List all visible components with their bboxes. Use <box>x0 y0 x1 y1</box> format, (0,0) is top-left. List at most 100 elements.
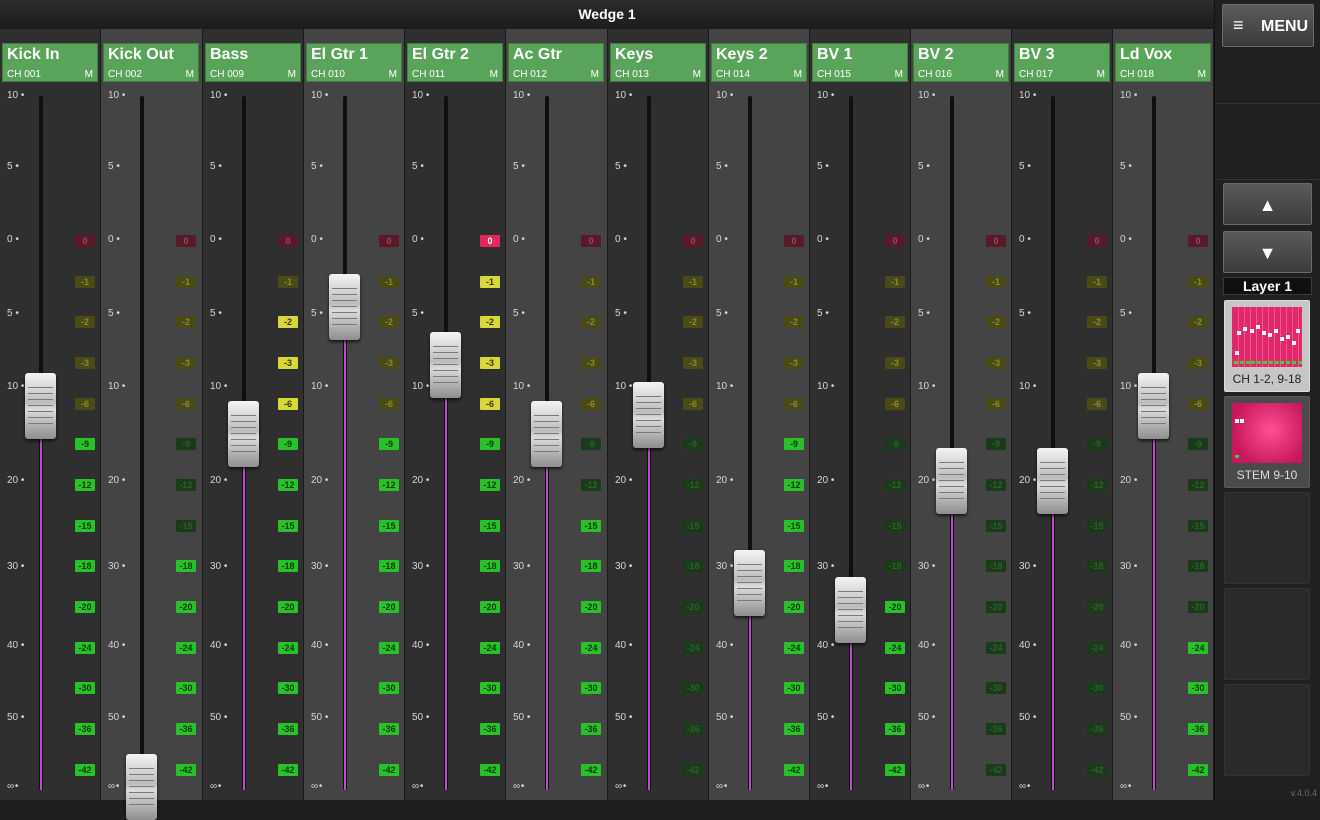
meter-led: -36 <box>784 723 804 735</box>
mute-button[interactable]: M <box>693 69 701 80</box>
mute-button[interactable]: M <box>85 69 93 80</box>
meter-led: 0 <box>784 235 804 247</box>
mute-button[interactable]: M <box>389 69 397 80</box>
meter-led: -12 <box>75 479 95 491</box>
layer-thumbnail <box>1232 403 1302 463</box>
fader-knob[interactable] <box>228 401 259 467</box>
scale-tick: 10 • <box>918 90 936 101</box>
fader-level <box>546 454 548 790</box>
meter-led: 0 <box>1188 235 1208 247</box>
empty-layer-slot[interactable] <box>1224 588 1310 680</box>
scale-tick: 20 • <box>108 475 126 486</box>
menu-button[interactable]: ≡ MENU <box>1222 4 1314 47</box>
meter-led: -30 <box>986 682 1006 694</box>
meter-led: -18 <box>1087 560 1107 572</box>
scale-tick: 10 • <box>311 381 329 392</box>
fader-knob[interactable] <box>1037 448 1068 514</box>
scale-tick: 20 • <box>1019 475 1037 486</box>
fader-knob[interactable] <box>633 382 664 449</box>
channel-header[interactable]: BV 2 CH 016 M <box>913 43 1009 82</box>
channel-header[interactable]: Bass CH 009 M <box>205 43 301 82</box>
meter-led: -2 <box>480 316 500 328</box>
scale-tick: 40 • <box>210 640 228 651</box>
layer-slot-stem-9-10[interactable]: STEM 9-10 <box>1224 396 1310 488</box>
mute-button[interactable]: M <box>490 69 498 80</box>
scale-tick: 40 • <box>615 640 633 651</box>
meter-led: -6 <box>683 398 703 410</box>
meter-led: -1 <box>75 276 95 288</box>
scale-tick: 10 • <box>817 381 835 392</box>
fader-knob[interactable] <box>1138 372 1169 439</box>
scale-tick: 5 • <box>311 161 323 172</box>
channel-number: CH 014 <box>716 69 750 80</box>
channel-header[interactable]: Kick In CH 001 M <box>2 43 98 82</box>
meter-led: -24 <box>1087 642 1107 654</box>
meter-led: -9 <box>683 438 703 450</box>
layer-up-button[interactable]: ▲ <box>1223 183 1312 225</box>
channel-number: CH 018 <box>1120 69 1154 80</box>
channel-header[interactable]: El Gtr 1 CH 010 M <box>306 43 402 82</box>
meter-led: -24 <box>885 642 905 654</box>
scale-tick: 30 • <box>918 561 936 572</box>
layer-label: Layer 1 <box>1223 277 1312 295</box>
scale-tick: 0 • <box>1019 234 1031 245</box>
mute-button[interactable]: M <box>1097 69 1105 80</box>
channel-name: BV 2 <box>918 46 954 63</box>
mute-button[interactable]: M <box>895 69 903 80</box>
channel-header[interactable]: BV 3 CH 017 M <box>1014 43 1110 82</box>
meter-led: -30 <box>784 682 804 694</box>
scale-tick: 50 • <box>108 712 126 723</box>
fader-knob[interactable] <box>126 754 157 820</box>
fader-knob[interactable] <box>531 401 562 467</box>
meter-led: -30 <box>379 682 399 694</box>
layer-slot-ch-1-2-9-18[interactable]: CH 1-2, 9-18 <box>1224 300 1310 392</box>
channel-header[interactable]: BV 1 CH 015 M <box>812 43 908 82</box>
meter-led: -15 <box>278 520 298 532</box>
scale-tick: 5 • <box>716 308 728 319</box>
layer-down-button[interactable]: ▼ <box>1223 231 1312 273</box>
fader-knob[interactable] <box>835 577 866 644</box>
meter-led: -20 <box>1087 601 1107 613</box>
meter-led: -36 <box>986 723 1006 735</box>
scale-tick: 10 • <box>716 90 734 101</box>
scale-tick: 20 • <box>817 475 835 486</box>
channel-header[interactable]: Keys 2 CH 014 M <box>711 43 807 82</box>
mute-button[interactable]: M <box>1198 69 1206 80</box>
mute-button[interactable]: M <box>186 69 194 80</box>
meter-led: -2 <box>986 316 1006 328</box>
fader-level <box>648 435 650 790</box>
scale-tick: 20 • <box>615 475 633 486</box>
scale-tick: 10 • <box>108 90 126 101</box>
mute-button[interactable]: M <box>591 69 599 80</box>
scale-tick: 0 • <box>513 234 525 245</box>
meter-led: -12 <box>480 479 500 491</box>
scale-tick-infinity: ∞ • <box>918 781 929 792</box>
mute-button[interactable]: M <box>794 69 802 80</box>
mute-button[interactable]: M <box>288 69 296 80</box>
channel-header[interactable]: Keys CH 013 M <box>610 43 706 82</box>
scale-tick: 40 • <box>716 640 734 651</box>
fader-knob[interactable] <box>430 332 461 399</box>
menu-label: MENU <box>1261 18 1309 35</box>
meter-led: -30 <box>278 682 298 694</box>
meter-led: -9 <box>581 438 601 450</box>
fader-knob[interactable] <box>25 372 56 439</box>
scale-tick: 10 • <box>918 381 936 392</box>
fader-knob[interactable] <box>734 549 765 616</box>
meter-led: -18 <box>75 560 95 572</box>
mute-button[interactable]: M <box>996 69 1004 80</box>
meter-led: -15 <box>176 520 196 532</box>
scale-tick: 10 • <box>716 381 734 392</box>
channel-header[interactable]: Ac Gtr CH 012 M <box>508 43 604 82</box>
channel-header[interactable]: Kick Out CH 002 M <box>103 43 199 82</box>
meter-led: -15 <box>1188 520 1208 532</box>
channel-header[interactable]: El Gtr 2 CH 011 M <box>407 43 503 82</box>
fader-knob[interactable] <box>329 273 360 340</box>
fader-knob[interactable] <box>936 448 967 514</box>
scale-tick: 20 • <box>7 475 25 486</box>
empty-layer-slot[interactable] <box>1224 684 1310 776</box>
channel-header[interactable]: Ld Vox CH 018 M <box>1115 43 1211 82</box>
empty-layer-slot[interactable] <box>1224 492 1310 584</box>
meter-led: -2 <box>379 316 399 328</box>
channel-name: Ac Gtr <box>513 46 562 63</box>
